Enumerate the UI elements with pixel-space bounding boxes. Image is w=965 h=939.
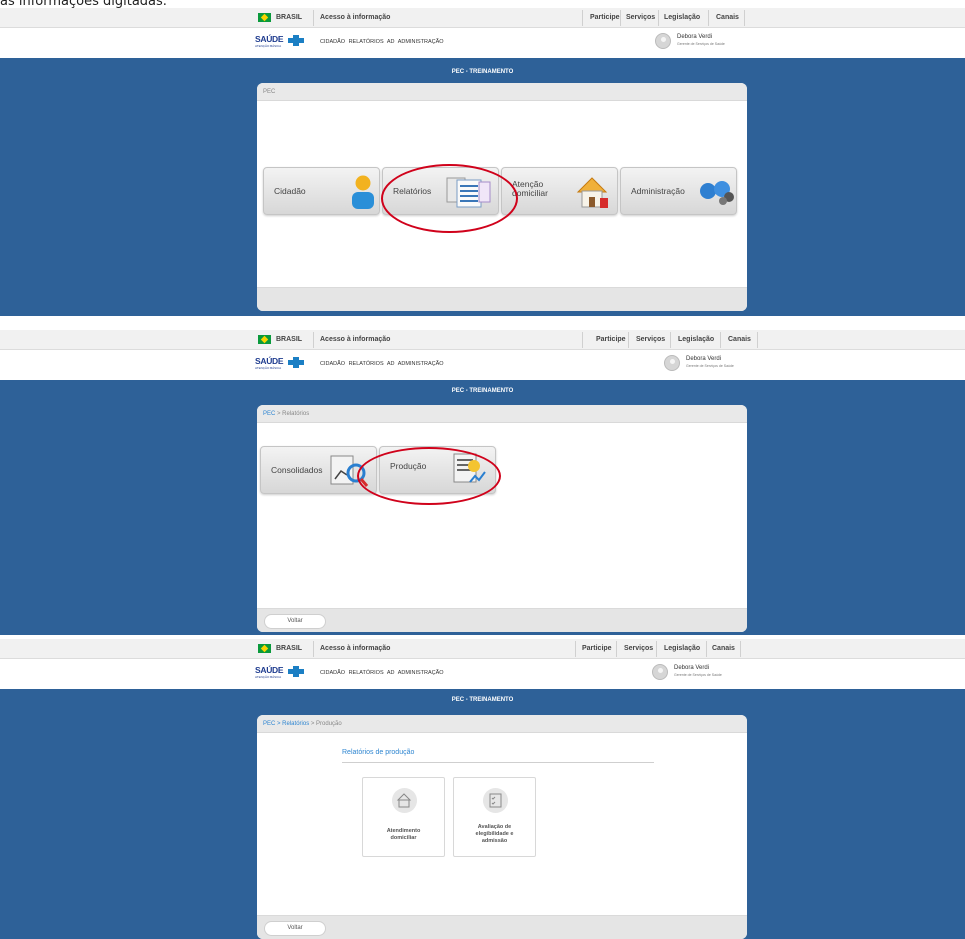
- main-menu[interactable]: CIDADÃO RELATÓRIOS AD ADMINISTRAÇÃO: [320, 361, 444, 367]
- gov-canais-link[interactable]: Canais: [712, 645, 735, 652]
- breadcrumb-current: > Relatórios: [275, 411, 310, 417]
- tile-label: Consolidados: [271, 465, 323, 475]
- breadcrumb-pec-link[interactable]: PEC: [263, 721, 275, 727]
- card-label-line3: admissão: [481, 838, 508, 844]
- screenshot-relatorios: BRASIL Acesso à informação Participe Ser…: [0, 330, 965, 635]
- breadcrumb: PEC > Relatórios: [257, 405, 747, 423]
- gov-bar: BRASIL Acesso à informação Participe Ser…: [0, 8, 965, 28]
- back-button[interactable]: Voltar: [264, 921, 326, 936]
- env-title: PEC - TREINAMENTO: [451, 69, 514, 75]
- gov-participe-link[interactable]: Participe: [590, 14, 620, 21]
- env-title: PEC - TREINAMENTO: [451, 388, 514, 394]
- gov-servicos-link[interactable]: Serviços: [636, 336, 665, 343]
- producao-card: PEC > Relatórios > Produção Relatórios d…: [257, 715, 747, 939]
- card-atendimento-domiciliar[interactable]: Atendimento domiciliar: [362, 777, 445, 857]
- card-avaliacao-elegibilidade[interactable]: Avaliação de elegibilidade e admissão: [453, 777, 536, 857]
- gov-servicos-link[interactable]: Serviços: [624, 645, 653, 652]
- user-role: Gerente de Serviços de Saúde: [686, 364, 734, 368]
- card-footer: Voltar: [257, 608, 747, 632]
- card-footer: Voltar: [257, 915, 747, 939]
- card-label-line2: elegibilidade e: [475, 831, 514, 837]
- card-label-line1: Avaliação de: [477, 824, 512, 830]
- breadcrumb: PEC > Relatórios > Produção: [257, 715, 747, 733]
- gov-servicos-link[interactable]: Serviços: [626, 14, 655, 21]
- back-button[interactable]: Voltar: [264, 614, 326, 629]
- user-role: Gerente de Serviços de Saúde: [677, 42, 725, 46]
- gov-legislacao-link[interactable]: Legislação: [664, 645, 700, 652]
- cross-logo-icon: [288, 35, 304, 46]
- highlight-relatorios: [381, 164, 518, 233]
- gov-canais-link[interactable]: Canais: [716, 14, 739, 21]
- app-header: SAÚDE ATENÇÃO BÁSICA CIDADÃO RELATÓRIOS …: [0, 352, 965, 374]
- tile-cidadao[interactable]: Cidadão: [263, 167, 380, 215]
- gov-brasil-link[interactable]: BRASIL: [276, 336, 302, 343]
- tile-administracao[interactable]: Administração: [620, 167, 737, 215]
- checklist-icon: [483, 788, 508, 813]
- app-header: SAÚDE ATENÇÃO BÁSICA CIDADÃO RELATÓRIOS …: [0, 661, 965, 683]
- highlight-producao: [357, 447, 501, 505]
- gears-icon: [700, 181, 734, 205]
- gov-acesso-link[interactable]: Acesso à informação: [320, 14, 390, 21]
- breadcrumb-pec-link[interactable]: PEC: [263, 411, 275, 417]
- gov-canais-link[interactable]: Canais: [728, 336, 751, 343]
- saude-logo[interactable]: SAÚDE ATENÇÃO BÁSICA: [255, 665, 307, 680]
- tile-atencao-domiciliar[interactable]: Atenção domiciliar: [501, 167, 618, 215]
- house-icon: [576, 177, 608, 208]
- screenshot-home: BRASIL Acesso à informação Participe Ser…: [0, 8, 965, 316]
- user-name[interactable]: Debora Verdi: [677, 34, 712, 40]
- user-avatar-icon[interactable]: [652, 664, 668, 680]
- cross-logo-icon: [288, 357, 304, 368]
- relatorios-card: PEC > Relatórios Consolidados Produção V…: [257, 405, 747, 632]
- gov-bar: BRASIL Acesso à informação Participe Ser…: [0, 330, 965, 350]
- section-title: Relatórios de produção: [342, 749, 654, 763]
- brazil-flag-icon: [258, 13, 271, 22]
- card-footer: [257, 287, 747, 311]
- brazil-flag-icon: [258, 335, 271, 344]
- gov-acesso-link[interactable]: Acesso à informação: [320, 645, 390, 652]
- gov-bar: BRASIL Acesso à informação Participe Ser…: [0, 639, 965, 659]
- breadcrumb: PEC: [257, 83, 747, 101]
- tile-label: Cidadão: [274, 186, 306, 196]
- app-header: SAÚDE ATENÇÃO BÁSICA CIDADÃO RELATÓRIOS …: [0, 30, 965, 52]
- user-avatar-icon[interactable]: [664, 355, 680, 371]
- main-menu[interactable]: CIDADÃO RELATÓRIOS AD ADMINISTRAÇÃO: [320, 670, 444, 676]
- user-name[interactable]: Debora Verdi: [686, 356, 721, 362]
- main-menu[interactable]: CIDADÃO RELATÓRIOS AD ADMINISTRAÇÃO: [320, 39, 444, 45]
- saude-logo[interactable]: SAÚDE ATENÇÃO BÁSICA: [255, 34, 307, 49]
- document-caption: as informações digitadas.: [0, 0, 167, 9]
- card-label-line1: Atendimento: [386, 828, 421, 834]
- person-icon: [352, 175, 374, 209]
- logo-subtext: ATENÇÃO BÁSICA: [255, 44, 282, 48]
- breadcrumb-relatorios-link[interactable]: > Relatórios: [275, 721, 309, 727]
- gov-brasil-link[interactable]: BRASIL: [276, 645, 302, 652]
- gov-brasil-link[interactable]: BRASIL: [276, 14, 302, 21]
- gov-participe-link[interactable]: Participe: [582, 645, 612, 652]
- user-role: Gerente de Serviços de Saúde: [674, 673, 722, 677]
- card-label-line2: domiciliar: [390, 835, 417, 841]
- cross-logo-icon: [288, 666, 304, 677]
- env-title: PEC - TREINAMENTO: [451, 697, 514, 703]
- breadcrumb-current: > Produção: [309, 721, 342, 727]
- logo-text: SAÚDE: [255, 356, 284, 366]
- logo-text: SAÚDE: [255, 665, 284, 675]
- gov-legislacao-link[interactable]: Legislação: [664, 14, 700, 21]
- brazil-flag-icon: [258, 644, 271, 653]
- screenshot-producao: BRASIL Acesso à informação Participe Ser…: [0, 639, 965, 939]
- logo-subtext: ATENÇÃO BÁSICA: [255, 675, 282, 679]
- saude-logo[interactable]: SAÚDE ATENÇÃO BÁSICA: [255, 356, 307, 371]
- gov-acesso-link[interactable]: Acesso à informação: [320, 336, 390, 343]
- gov-legislacao-link[interactable]: Legislação: [678, 336, 714, 343]
- logo-subtext: ATENÇÃO BÁSICA: [255, 366, 282, 370]
- user-name[interactable]: Debora Verdi: [674, 665, 709, 671]
- home-care-icon: [392, 788, 417, 813]
- user-avatar-icon[interactable]: [655, 33, 671, 49]
- gov-participe-link[interactable]: Participe: [596, 336, 626, 343]
- tile-label: Administração: [631, 186, 685, 196]
- logo-text: SAÚDE: [255, 34, 284, 44]
- breadcrumb-pec: PEC: [263, 89, 276, 95]
